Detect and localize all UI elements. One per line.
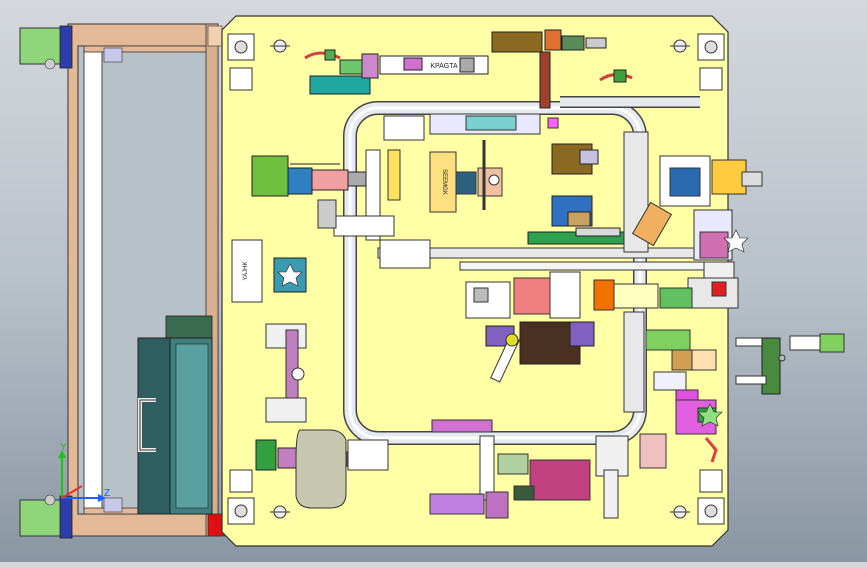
frame-block-bottom [103,497,123,513]
frame-block-top [103,47,123,63]
corner-block-bottom[interactable] [19,494,73,539]
frame-rail-top [83,45,209,53]
nameplate: YAJHK [231,239,263,303]
cad-viewport[interactable]: YAJHK KPAGTA SEEMGK Y Z [0,0,867,562]
axis-y-label: Y [60,442,67,453]
cad-scene[interactable]: YAJHK KPAGTA SEEMGK Y Z [0,0,867,562]
clamp-tag-top: KPAGTA [430,63,458,70]
axis-z-label: Z [104,488,110,499]
clamp-right-mid[interactable] [687,209,739,309]
handle-icon[interactable] [735,333,845,395]
side-label: SEEMGK [441,169,447,195]
frame-top-connector [207,25,223,47]
nameplate-text: YAJHK [243,262,249,281]
teal-cabinet[interactable] [137,315,213,515]
corner-block-top[interactable] [19,25,73,70]
frame-white-rail [83,49,103,511]
